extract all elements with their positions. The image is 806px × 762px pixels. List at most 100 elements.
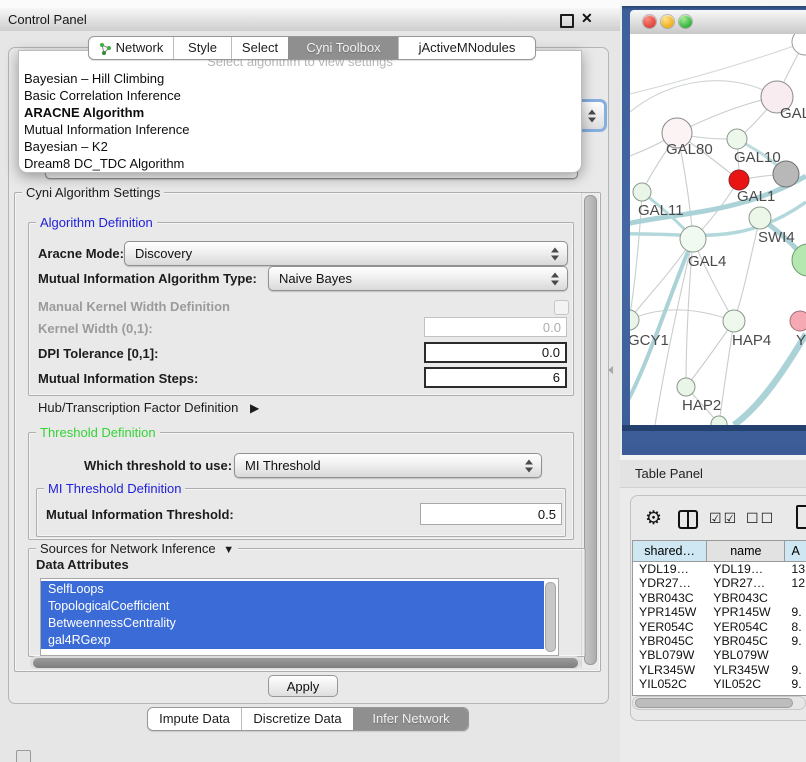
data-attribute-item[interactable]: gal4RGexp (41, 632, 544, 649)
splitter-handle-icon[interactable] (608, 366, 613, 374)
hub-definition-expander[interactable]: Hub/Transcription Factor Definition ▶ (38, 400, 259, 415)
sources-group-title[interactable]: Sources for Network Inference ▼ (36, 541, 238, 556)
tab-jactivemnodules[interactable]: jActiveMNodules (398, 37, 535, 59)
apply-button[interactable]: Apply (268, 675, 338, 697)
algorithm-option[interactable]: Bayesian – K2 (19, 138, 581, 155)
new-table-document-icon[interactable] (796, 505, 806, 529)
network-edge[interactable] (686, 321, 734, 387)
checked-box-glyph: ☑ (709, 510, 724, 526)
network-node-gcy1[interactable] (630, 310, 639, 330)
table-settings-gear-icon[interactable]: ⚙ (645, 507, 662, 530)
network-edge[interactable] (630, 81, 777, 112)
window-zoom-button[interactable] (679, 15, 692, 28)
network-node-hap4[interactable] (723, 310, 745, 332)
data-attributes-list[interactable]: SelfLoopsTopologicalCoefficientBetweenne… (40, 578, 559, 656)
data-attribute-item[interactable]: SelfLoops (41, 581, 544, 598)
tab-network[interactable]: Network (89, 37, 173, 59)
checked-box-glyph: ☑ (724, 510, 739, 526)
dpi-tolerance-field[interactable]: 0.0 (424, 342, 567, 363)
top-white-strip (0, 0, 620, 8)
unchecked-box-glyph: ☐ (761, 510, 776, 526)
mi-type-combo[interactable]: Naive Bayes (268, 266, 568, 291)
window-close-button[interactable] (643, 15, 656, 28)
column-header-2[interactable]: name (707, 541, 785, 561)
table-row[interactable]: YLR345WYLR345W9. (633, 663, 806, 677)
network-node-label: SWI4 (758, 229, 795, 246)
network-node-gal4[interactable] (680, 226, 706, 252)
kernel-width-field[interactable]: 0.0 (424, 317, 567, 337)
network-node-y[interactable] (790, 311, 806, 331)
tab-select[interactable]: Select (231, 37, 288, 59)
settings-hscrollbar-thumb[interactable] (33, 658, 578, 668)
tab-cyni-toolbox[interactable]: Cyni Toolbox (288, 37, 398, 59)
network-node-label: GAL10 (734, 149, 781, 166)
mi-threshold-field[interactable]: 0.5 (420, 503, 562, 525)
mi-steps-field[interactable]: 6 (424, 367, 567, 388)
network-window-titlebar[interactable] (630, 10, 806, 35)
network-node-hap2[interactable] (677, 378, 695, 396)
attribute-table[interactable]: shared…nameA YDL19…YDL19…13YDR27…YDR27…1… (632, 540, 806, 696)
collapsed-panel-icon[interactable] (16, 750, 31, 762)
which-threshold-combo[interactable]: MI Threshold (234, 453, 542, 478)
table-row[interactable]: YDR27…YDR27…12 (633, 576, 806, 590)
which-threshold-value: MI Threshold (245, 454, 321, 477)
network-node-gal11[interactable] (633, 183, 651, 201)
table-hscrollbar-thumb[interactable] (635, 698, 793, 708)
algorithm-popup-list: Bayesian – Hill ClimbingBasic Correlatio… (19, 70, 581, 172)
table-cell: YLR345W (707, 663, 785, 677)
algorithm-option[interactable]: Dream8 DC_TDC Algorithm (19, 155, 581, 172)
network-edge[interactable] (630, 310, 734, 321)
combo-arrows-icon (551, 247, 559, 260)
mi-type-value: Naive Bayes (279, 267, 352, 290)
mi-threshold-value: 0.5 (538, 507, 556, 522)
network-node-label: GCY1 (630, 332, 669, 349)
network-node-gal10[interactable] (727, 129, 747, 149)
tab-discretize-data[interactable]: Discretize Data (241, 708, 353, 730)
dpi-tolerance-label: DPI Tolerance [0,1]: (38, 346, 158, 361)
table-cell: YER054C (707, 620, 785, 634)
table-row[interactable]: YBR043CYBR043C (633, 591, 806, 605)
network-canvas[interactable]: GALGAL80GAL10GAL1GAL11SWI4GAL4GCY1HAP4YH… (630, 34, 806, 425)
aracne-mode-combo[interactable]: Discovery (124, 241, 568, 266)
table-cell: YBR045C (633, 634, 707, 648)
close-panel-button[interactable]: ✕ (581, 10, 593, 27)
network-node[interactable] (792, 34, 806, 55)
column-header-3[interactable]: A (785, 541, 806, 561)
table-row[interactable]: YPR145WYPR145W9. (633, 605, 806, 619)
float-window-button[interactable] (560, 14, 574, 28)
data-attribute-item[interactable]: BetweennessCentrality (41, 615, 544, 632)
control-panel-tabbar: Network Style SelectCyni ToolboxjActiveMNo… (88, 36, 536, 60)
algorithm-option[interactable]: Basic Correlation Inference (19, 87, 581, 104)
table-row[interactable]: YER054CYER054C8. (633, 620, 806, 634)
list-scrollbar-thumb[interactable] (545, 582, 556, 652)
data-attribute-item[interactable]: TopologicalCoefficient (41, 598, 544, 615)
tab-impute-data[interactable]: Impute Data (148, 708, 241, 730)
algorithm-option[interactable]: Bayesian – Hill Climbing (19, 70, 581, 87)
tab-style[interactable]: Style (173, 37, 231, 59)
network-graph: GALGAL80GAL10GAL1GAL11SWI4GAL4GCY1HAP4YH… (630, 34, 806, 425)
manual-kernel-checkbox[interactable] (554, 300, 569, 315)
table-cell: 13 (785, 562, 806, 576)
network-node-swi4[interactable] (749, 207, 771, 229)
tab-label: Style (188, 37, 217, 59)
network-edge[interactable] (693, 239, 734, 321)
threshold-definition-title: Threshold Definition (36, 425, 160, 440)
select-all-checkboxes-icon[interactable]: ☑☑ (709, 510, 738, 527)
table-row[interactable]: YIL052CYIL052C9. (633, 677, 806, 691)
table-row[interactable]: YDL19…YDL19…13 (633, 562, 806, 576)
network-node-label: GAL (780, 105, 806, 122)
dpi-tolerance-value: 0.0 (542, 345, 560, 360)
split-columns-icon[interactable] (678, 510, 698, 529)
table-row[interactable]: YBL079WYBL079W (633, 648, 806, 662)
network-node-gal1[interactable] (729, 170, 749, 190)
table-row[interactable]: YBR045CYBR045C9. (633, 634, 806, 648)
network-node-label: GAL4 (688, 253, 726, 270)
algorithm-option[interactable]: Mutual Information Inference (19, 121, 581, 138)
tab-infer-network[interactable]: Infer Network (353, 708, 468, 730)
algorithm-option[interactable]: ARACNE Algorithm (19, 104, 581, 121)
column-header-1[interactable]: shared… (633, 541, 707, 561)
network-window-bottom-edge (622, 425, 806, 431)
deselect-all-checkboxes-icon[interactable]: ☐☐ (746, 510, 775, 527)
manual-kernel-label: Manual Kernel Width Definition (38, 299, 230, 314)
window-minimize-button[interactable] (661, 15, 674, 28)
